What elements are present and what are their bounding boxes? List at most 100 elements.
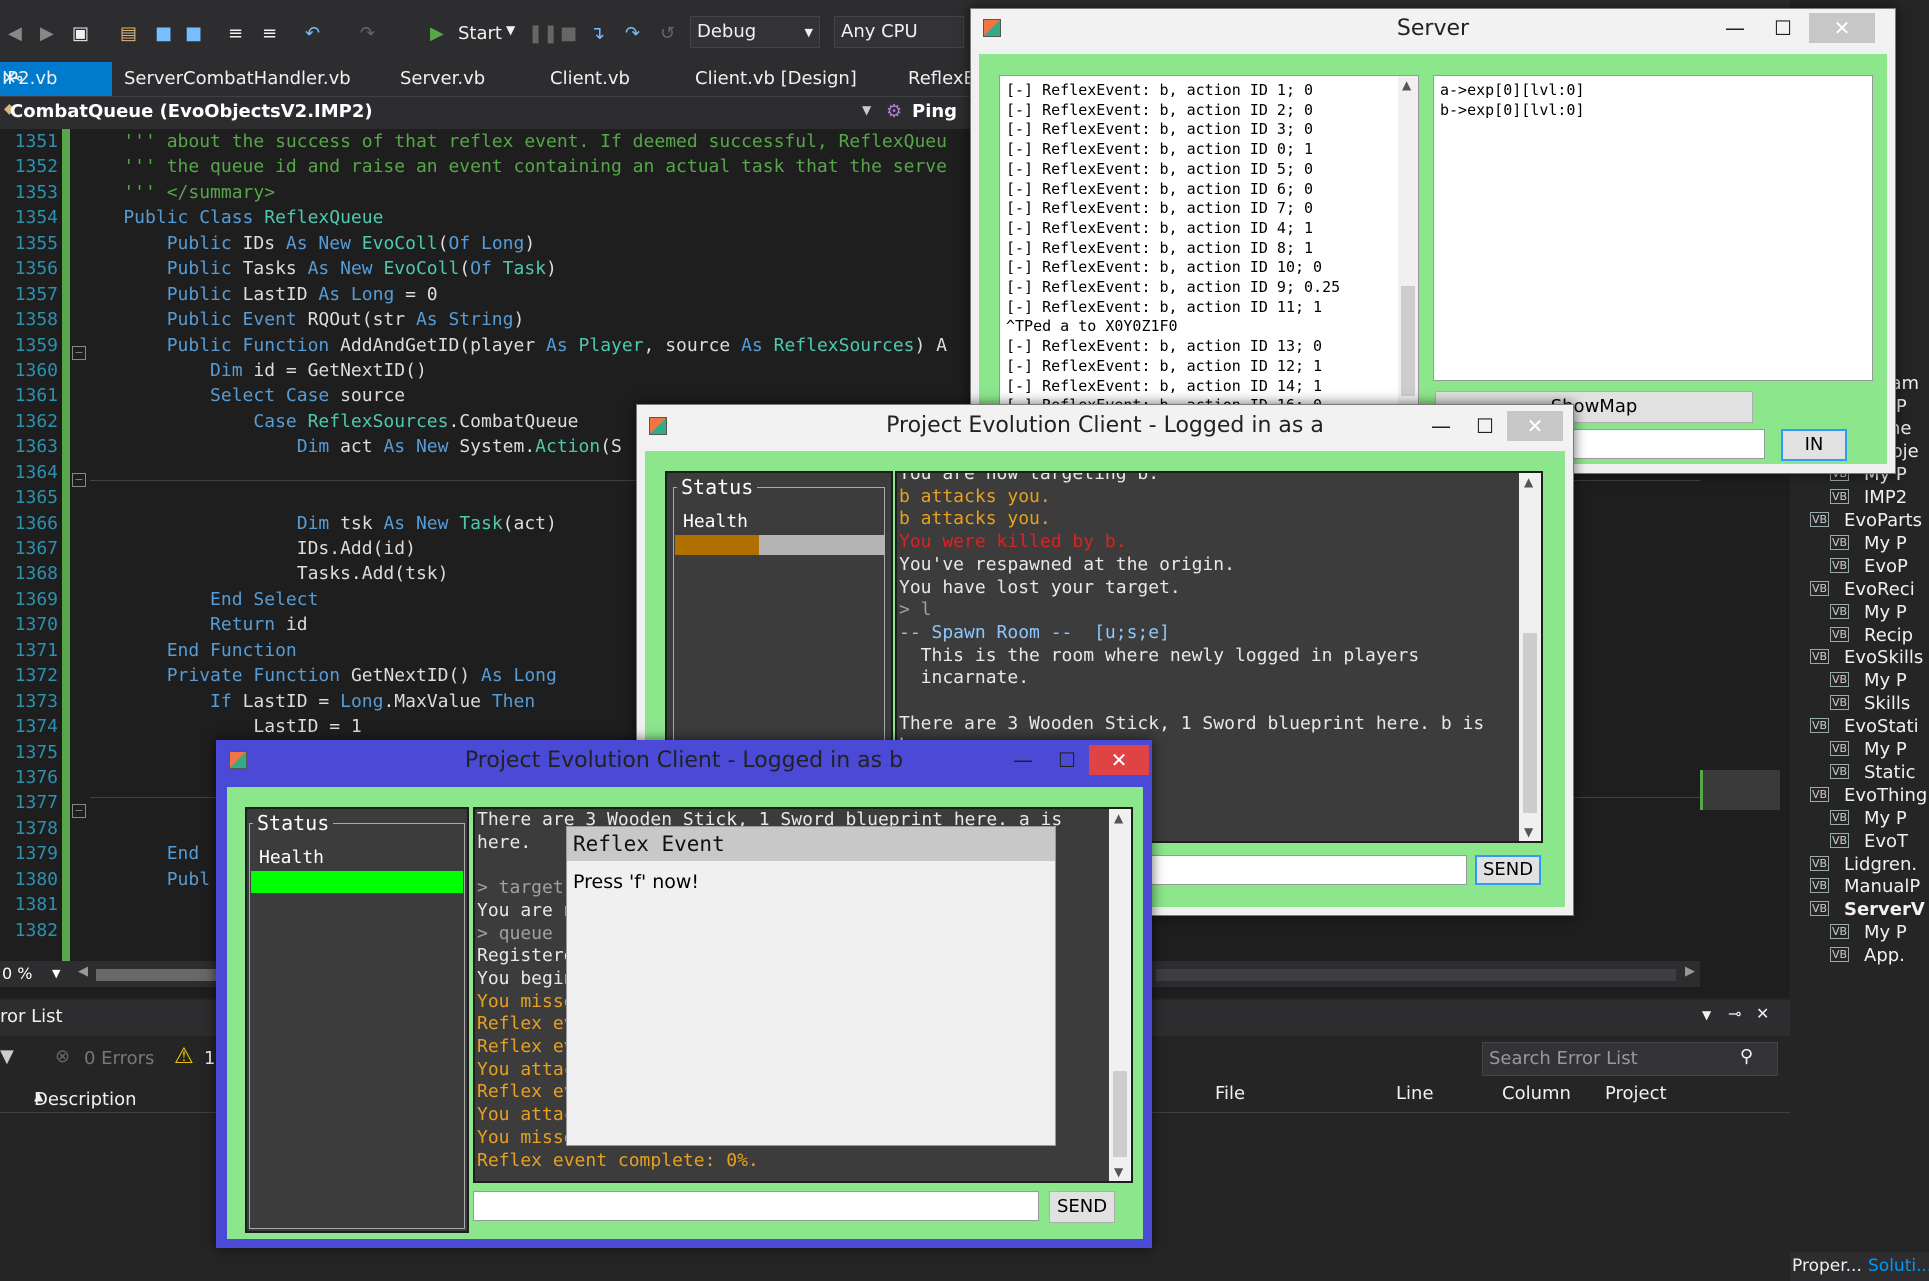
code-token: ) (513, 309, 525, 331)
log-line: [-] ReflexEvent: b, action ID 7; 0 (1006, 199, 1314, 218)
solution-item-label: Lidgren. (1844, 853, 1918, 875)
scroll-left-icon[interactable]: ◀ (78, 964, 88, 979)
scroll-down-icon[interactable]: ▼ (1524, 825, 1533, 839)
stop-icon[interactable]: ■ (560, 23, 577, 44)
tab-server[interactable]: Server.vb (400, 68, 485, 89)
scroll-thumb[interactable] (1113, 1071, 1127, 1157)
minimap-viewport[interactable] (1700, 770, 1780, 810)
config-dropdown[interactable]: Debug ▼ (690, 16, 820, 48)
close-button[interactable]: ✕ (1089, 745, 1149, 775)
undo-icon[interactable]: ↶ (305, 23, 320, 44)
start-icon[interactable]: ▶ (430, 23, 444, 44)
close-icon[interactable]: ✕ (1756, 1004, 1769, 1023)
file-icon: VB (1830, 832, 1850, 848)
close-button[interactable]: ✕ (1507, 411, 1563, 441)
member-dropdown[interactable]: Ping (912, 101, 957, 122)
column-header-file[interactable]: File (1215, 1083, 1245, 1104)
tab-client-design[interactable]: Client.vb [Design] (695, 68, 857, 89)
pause-icon[interactable]: ❚❚ (528, 23, 558, 44)
save-icon[interactable]: ■ (155, 23, 172, 44)
close-button[interactable]: ✕ (1809, 13, 1875, 43)
error-icon[interactable]: ⊗ (55, 1046, 70, 1067)
game-log-text: You are now targeting b. b attacks you. b … (899, 473, 1484, 758)
line-number: 1352 (14, 156, 58, 178)
filter-icon[interactable]: ▼ (0, 1046, 14, 1067)
vertical-scrollbar[interactable]: ▲ ▼ (1398, 76, 1418, 420)
forward-icon[interactable]: ▶ (40, 23, 54, 44)
pin-icon[interactable]: ⊸ (1728, 1004, 1741, 1023)
minimize-button[interactable]: — (1715, 13, 1755, 43)
maximize-button[interactable]: ☐ (1763, 13, 1803, 43)
tab-solution-explorer[interactable]: Soluti... (1868, 1256, 1929, 1276)
solution-item-label: My P (1864, 739, 1907, 760)
code-token: If (80, 690, 243, 712)
code-token: ReflexQueue (264, 207, 384, 229)
hscroll-thumb[interactable] (96, 969, 236, 981)
panel-title: ror List (0, 1006, 63, 1027)
code-minimap[interactable] (1700, 480, 1780, 950)
command-input[interactable] (1565, 429, 1765, 459)
hscroll-track[interactable] (1156, 969, 1676, 981)
server-log-textbox[interactable]: [-] ReflexEvent: b, action ID 1; 0 [-] Re… (999, 75, 1419, 421)
minimize-button[interactable]: — (1421, 411, 1461, 441)
code-token: AddAndGetID(player (340, 334, 546, 356)
exp-textbox[interactable]: a->exp[0][lvl:0] b->exp[0][lvl:0] (1433, 75, 1873, 381)
start-button[interactable]: Start (458, 23, 502, 44)
open-folder-icon[interactable]: ▤ (120, 23, 137, 44)
tab-reflexevent[interactable]: ReflexE (908, 68, 975, 89)
vb-project-icon: VB (1810, 901, 1830, 917)
minimize-button[interactable]: — (1003, 745, 1043, 775)
search-error-list-input[interactable]: Search Error List ⚲ (1482, 1042, 1778, 1076)
step-over-icon[interactable]: ↷ (625, 23, 640, 44)
vertical-scrollbar[interactable]: ▲ ▼ (1519, 473, 1541, 841)
close-icon[interactable]: ✕ (2, 68, 17, 89)
platform-dropdown[interactable]: Any CPU (834, 16, 964, 48)
vb-project-icon: VB (1810, 718, 1830, 734)
indent-icon[interactable]: ≡ (228, 23, 243, 44)
status-panel: Status Health (245, 807, 469, 1233)
scroll-right-icon[interactable]: ▶ (1685, 964, 1695, 979)
step-into-icon[interactable]: ↴ (590, 23, 605, 44)
chat-input[interactable] (473, 1191, 1039, 1221)
vertical-scrollbar[interactable]: ▲ ▼ (1109, 809, 1131, 1181)
column-header-line[interactable]: Line (1396, 1083, 1434, 1104)
new-project-icon[interactable]: ▣ (72, 23, 89, 44)
tab-imp2[interactable]: IP2.vb ⊸ ✕ (0, 62, 112, 96)
code-token: act (340, 436, 384, 458)
log-line: [-] ReflexEvent: b, action ID 3; 0 (1006, 120, 1314, 139)
back-icon[interactable]: ◀ (8, 23, 22, 44)
tab-servercombathandler[interactable]: ServerCombatHandler.vb (124, 68, 351, 89)
send-button[interactable]: SEND (1049, 1191, 1115, 1223)
in-button[interactable]: IN (1781, 429, 1847, 461)
window-titlebar[interactable]: Server (971, 9, 1895, 49)
errors-filter-button[interactable]: 0 Errors (84, 1048, 154, 1069)
scroll-thumb[interactable] (1523, 633, 1537, 813)
code-token: Dim (80, 512, 341, 534)
redo-icon[interactable]: ↷ (360, 23, 375, 44)
column-header-project[interactable]: Project (1605, 1083, 1667, 1104)
step-out-icon[interactable]: ↺ (660, 23, 675, 44)
chevron-down-icon[interactable]: ▼ (1702, 1008, 1711, 1022)
maximize-button[interactable]: ☐ (1465, 411, 1505, 441)
reflex-event-popup[interactable]: Reflex Event Press 'f' now! (566, 826, 1056, 1146)
zoom-level[interactable]: 0 % (2, 964, 32, 983)
scroll-up-icon[interactable]: ▲ (1524, 475, 1533, 489)
scroll-up-icon[interactable]: ▲ (1114, 811, 1123, 825)
warnings-filter-button[interactable]: 1 (204, 1048, 215, 1069)
scroll-up-icon[interactable]: ▲ (1402, 78, 1411, 92)
scroll-thumb[interactable] (1401, 286, 1415, 396)
tab-client[interactable]: Client.vb (550, 68, 630, 89)
chevron-down-icon[interactable]: ▼ (52, 967, 60, 980)
solution-item-label: My P (1864, 670, 1907, 692)
solution-item-label: IMP2 (1864, 487, 1908, 509)
outdent-icon[interactable]: ≡ (262, 23, 277, 44)
column-header-column[interactable]: Column (1502, 1083, 1571, 1104)
chevron-down-icon[interactable]: ▼ (506, 23, 515, 37)
scroll-down-icon[interactable]: ▼ (1114, 1165, 1123, 1179)
tab-properties[interactable]: Proper... (1792, 1256, 1862, 1276)
save-all-icon[interactable]: ■ (185, 23, 202, 44)
send-button[interactable]: SEND (1475, 855, 1541, 885)
scope-dropdown[interactable]: CombatQueue (EvoObjectsV2.IMP2) (10, 101, 373, 122)
warning-icon[interactable]: ⚠ (174, 1044, 194, 1069)
maximize-button[interactable]: ☐ (1047, 745, 1087, 775)
